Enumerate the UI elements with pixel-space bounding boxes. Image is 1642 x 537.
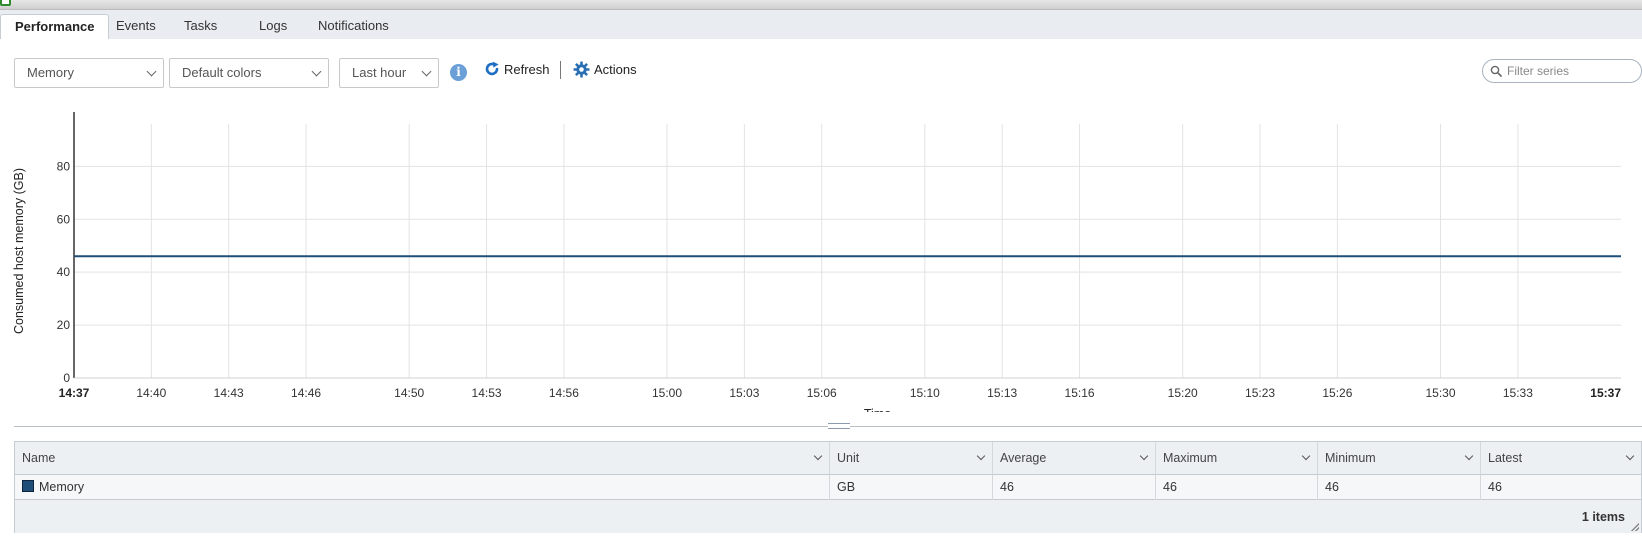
x-axis-title: Time: [864, 407, 891, 412]
tab-tasks[interactable]: Tasks: [170, 14, 231, 39]
cell-latest: 46: [1488, 480, 1502, 494]
window-title-bar: [0, 0, 1642, 10]
x-start-label: 14:37: [59, 386, 90, 400]
chevron-down-icon[interactable]: [1625, 451, 1635, 461]
chevron-down-icon[interactable]: [1464, 451, 1474, 461]
x-tick-label: 15:33: [1503, 386, 1533, 400]
cell-name: Memory: [15, 475, 830, 500]
chevron-down-icon: [421, 66, 432, 77]
item-count: 1 items: [1581, 510, 1625, 524]
panel-splitter[interactable]: [14, 423, 1642, 429]
tab-events[interactable]: Events: [102, 14, 170, 39]
gear-icon: [573, 61, 590, 78]
y-tick-label: 80: [57, 159, 71, 173]
chevron-down-icon[interactable]: [976, 451, 986, 461]
x-tick-label: 14:40: [136, 386, 166, 400]
x-tick-label: 15:20: [1168, 386, 1198, 400]
refresh-icon: [485, 61, 499, 76]
y-tick-label: 60: [57, 212, 71, 226]
refresh-label: Refresh: [504, 62, 550, 77]
time-period-select-value: Last hour: [352, 65, 407, 80]
toolbar-divider: [560, 61, 561, 79]
y-axis-title: Consumed host memory (GB): [12, 168, 26, 334]
filter-series-input[interactable]: [1505, 63, 1635, 79]
chevron-down-icon[interactable]: [813, 451, 823, 461]
chevron-down-icon: [146, 66, 157, 77]
y-tick-label: 0: [63, 371, 70, 385]
cell-maximum: 46: [1156, 475, 1318, 500]
tab-logs[interactable]: Logs: [245, 14, 301, 39]
x-tick-label: 15:30: [1426, 386, 1456, 400]
cell-average: 46: [993, 475, 1156, 500]
x-tick-label: 15:10: [910, 386, 940, 400]
resize-grip-icon[interactable]: [1631, 523, 1639, 531]
column-header-unit[interactable]: Unit: [830, 442, 993, 474]
info-icon[interactable]: i: [450, 64, 467, 81]
column-header-average[interactable]: Average: [993, 442, 1156, 474]
filter-series-box[interactable]: [1482, 59, 1642, 83]
cell-minimum: 46: [1318, 475, 1481, 500]
x-tick-label: 14:46: [291, 386, 321, 400]
column-header-maximum[interactable]: Maximum: [1156, 442, 1318, 474]
x-tick-label: 15:23: [1245, 386, 1275, 400]
table-header: Name Unit Average Maximum Minimum Latest: [15, 442, 1641, 475]
metric-select-value: Memory: [27, 65, 74, 80]
actions-button[interactable]: Actions: [573, 60, 639, 80]
actions-label: Actions: [594, 62, 637, 77]
series-table: Name Unit Average Maximum Minimum Latest…: [14, 441, 1642, 533]
search-icon: [1490, 65, 1502, 77]
column-header-latest[interactable]: Latest: [1481, 442, 1641, 474]
x-tick-label: 15:26: [1322, 386, 1352, 400]
x-tick-label: 14:50: [394, 386, 424, 400]
refresh-button[interactable]: Refresh: [484, 60, 550, 80]
x-tick-label: 15:03: [729, 386, 759, 400]
chevron-down-icon[interactable]: [1301, 451, 1311, 461]
x-tick-label: 15:00: [652, 386, 682, 400]
tab-performance[interactable]: Performance: [0, 14, 110, 39]
table-row[interactable]: Memory GB 46 46 46 46: [15, 475, 1641, 500]
y-tick-label: 20: [57, 318, 71, 332]
chevron-down-icon: [311, 66, 322, 77]
time-period-select[interactable]: Last hour: [339, 58, 439, 88]
column-header-name[interactable]: Name: [15, 442, 830, 474]
x-tick-label: 14:43: [214, 386, 244, 400]
chevron-down-icon[interactable]: [1139, 451, 1149, 461]
app-icon: [0, 0, 11, 6]
column-header-minimum[interactable]: Minimum: [1318, 442, 1481, 474]
tab-notifications[interactable]: Notifications: [304, 14, 403, 39]
x-tick-label: 15:13: [987, 386, 1017, 400]
cell-unit: GB: [830, 475, 993, 500]
color-scheme-select-value: Default colors: [182, 65, 262, 80]
chart-canvas: 0 20 40 60 80 14:40 14:43 14:46 14:50 14:53 14:56 1…: [12, 112, 1621, 412]
x-tick-label: 14:56: [549, 386, 579, 400]
x-tick-label: 15:16: [1065, 386, 1095, 400]
x-tick-label: 15:06: [807, 386, 837, 400]
y-tick-label: 40: [57, 265, 71, 279]
series-color-swatch: [22, 480, 34, 492]
metric-select[interactable]: Memory: [14, 58, 164, 88]
table-footer: 1 items: [15, 500, 1641, 533]
performance-chart: 0 20 40 60 80 14:40 14:43 14:46 14:50 14:53 14:56 1…: [0, 112, 1642, 412]
color-scheme-select[interactable]: Default colors: [169, 58, 329, 88]
tab-bar: Performance Events Tasks Logs Notificati…: [0, 10, 1642, 39]
x-tick-label: 14:53: [472, 386, 502, 400]
splitter-grip-icon[interactable]: [828, 423, 850, 429]
x-end-label: 15:37: [1590, 386, 1621, 400]
